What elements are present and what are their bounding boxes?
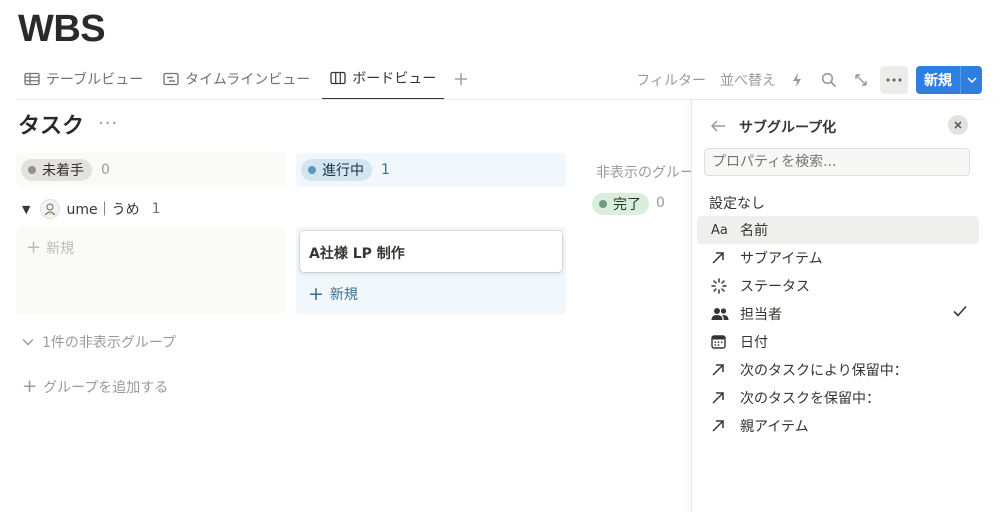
status-badge: 進行中 — [301, 159, 372, 181]
property-label: ステータス — [740, 279, 810, 295]
page-title: WBS — [18, 8, 106, 50]
property-item-parent[interactable]: 親アイテム — [697, 412, 979, 440]
column-count: 1 — [381, 162, 390, 178]
panel-title: サブグループ化 — [739, 120, 837, 136]
view-tabs: テーブルビュー タイムラインビュー ボードビュー — [16, 62, 474, 100]
add-group-label: グループを追加する — [43, 380, 169, 396]
board-card[interactable]: A社様 LP 制作 — [300, 231, 562, 272]
property-label: 名前 — [740, 223, 768, 239]
new-button-group: 新規 — [916, 66, 982, 94]
subgroup-settings-panel: サブグループ化 設定なし Aa 名前 サブアイテム ステータス 担当者 — [691, 100, 1002, 512]
property-label: 日付 — [740, 335, 768, 351]
plus-icon: + — [22, 376, 38, 397]
column-count: 0 — [101, 162, 110, 178]
sort-button[interactable]: 並べ替え — [720, 70, 776, 90]
new-dropdown-button[interactable] — [960, 66, 982, 94]
tab-label: タイムラインビュー — [185, 72, 311, 88]
hidden-group-done[interactable]: 完了 — [592, 193, 649, 215]
table-icon — [24, 72, 40, 86]
property-label: 担当者 — [740, 307, 782, 323]
new-card-button[interactable]: + 新規 — [308, 284, 358, 304]
status-loader-icon — [711, 277, 731, 295]
expand-icon[interactable] — [850, 69, 872, 91]
property-label: 親アイテム — [740, 419, 809, 435]
filter-button[interactable]: フィルター — [636, 70, 706, 90]
text-aa-icon: Aa — [711, 222, 728, 238]
status-dot — [599, 200, 607, 208]
automation-bolt-icon[interactable] — [786, 69, 808, 91]
property-item-date[interactable]: 日付 — [697, 328, 979, 356]
property-search-input[interactable] — [704, 148, 970, 176]
avatar — [40, 199, 61, 219]
status-label: 完了 — [613, 197, 641, 213]
subgroup-header[interactable]: ▼ ume｜うめ 1 — [22, 198, 161, 220]
more-horizontal-icon — [886, 78, 902, 82]
board-cell-not-started: + 新規 — [16, 227, 286, 314]
status-label: 未着手 — [42, 163, 84, 179]
add-view-button[interactable] — [448, 62, 474, 96]
property-label: サブアイテム — [740, 251, 823, 267]
hidden-groups-toggle[interactable]: 1件の非表示グループ — [22, 332, 176, 352]
board-more-button[interactable]: ··· — [98, 113, 118, 134]
tab-label: ボードビュー — [352, 71, 437, 87]
chevron-down-icon — [22, 339, 34, 346]
relation-arrow-icon — [711, 417, 731, 435]
triangle-down-icon[interactable]: ▼ — [22, 203, 30, 216]
subgroup-count: 1 — [151, 201, 161, 217]
property-item-subitems[interactable]: サブアイテム — [697, 244, 979, 272]
status-badge: 未着手 — [21, 159, 92, 181]
subgroup-name: ume｜うめ — [66, 202, 140, 218]
new-card-button[interactable]: + 新規 — [26, 238, 74, 258]
search-icon[interactable] — [818, 69, 840, 91]
hidden-groups-label: 1件の非表示グループ — [42, 335, 177, 351]
status-dot — [308, 166, 316, 174]
more-options-button[interactable] — [880, 66, 908, 94]
new-card-label: 新規 — [46, 241, 75, 257]
column-header-not-started[interactable]: 未着手 0 — [16, 153, 286, 187]
add-group-button[interactable]: + グループを追加する — [22, 377, 168, 397]
board-title: タスク — [18, 114, 85, 139]
tab-board-view[interactable]: ボードビュー — [322, 62, 445, 100]
property-item-status[interactable]: ステータス — [697, 272, 979, 300]
property-item-assignee[interactable]: 担当者 — [697, 300, 979, 328]
board-icon — [330, 71, 346, 85]
hidden-group-count: 0 — [656, 195, 665, 211]
tab-label: テーブルビュー — [46, 72, 144, 88]
checkmark-icon — [953, 305, 967, 321]
column-header-in-progress[interactable]: 進行中 1 — [296, 153, 566, 187]
property-item-blocking[interactable]: 次のタスクを保留中： — [697, 384, 979, 412]
new-card-label: 新規 — [329, 287, 358, 303]
new-page-button[interactable]: 新規 — [916, 66, 960, 94]
relation-arrow-icon — [711, 249, 731, 267]
close-icon — [954, 121, 962, 129]
plus-icon: + — [26, 237, 42, 258]
chevron-down-icon — [966, 77, 977, 83]
property-label: 次のタスクを保留中： — [740, 391, 880, 407]
relation-arrow-icon — [711, 389, 731, 407]
hidden-groups-column-label: 非表示のグループ — [596, 165, 691, 181]
plus-icon — [455, 73, 468, 85]
property-item-name[interactable]: Aa 名前 — [697, 216, 979, 244]
calendar-icon — [711, 333, 731, 351]
plus-icon: + — [308, 283, 324, 305]
status-label: 進行中 — [322, 163, 364, 179]
property-label: 次のタスクにより保留中： — [740, 363, 908, 379]
property-item-blocked-by[interactable]: 次のタスクにより保留中： — [697, 356, 979, 384]
people-icon — [711, 305, 731, 323]
timeline-icon — [163, 72, 179, 86]
no-subgroup-option[interactable]: 設定なし — [709, 193, 765, 213]
relation-arrow-icon — [711, 361, 731, 379]
tab-timeline-view[interactable]: タイムラインビュー — [155, 62, 318, 96]
status-dot — [28, 166, 36, 174]
close-button[interactable] — [948, 115, 968, 135]
view-toolbar: フィルター 並べ替え 新規 — [622, 66, 982, 94]
tab-table-view[interactable]: テーブルビュー — [16, 62, 151, 96]
back-arrow-icon[interactable] — [710, 118, 726, 137]
property-list: Aa 名前 サブアイテム ステータス 担当者 日付 次のタスクにより保留中： 次… — [697, 216, 979, 440]
